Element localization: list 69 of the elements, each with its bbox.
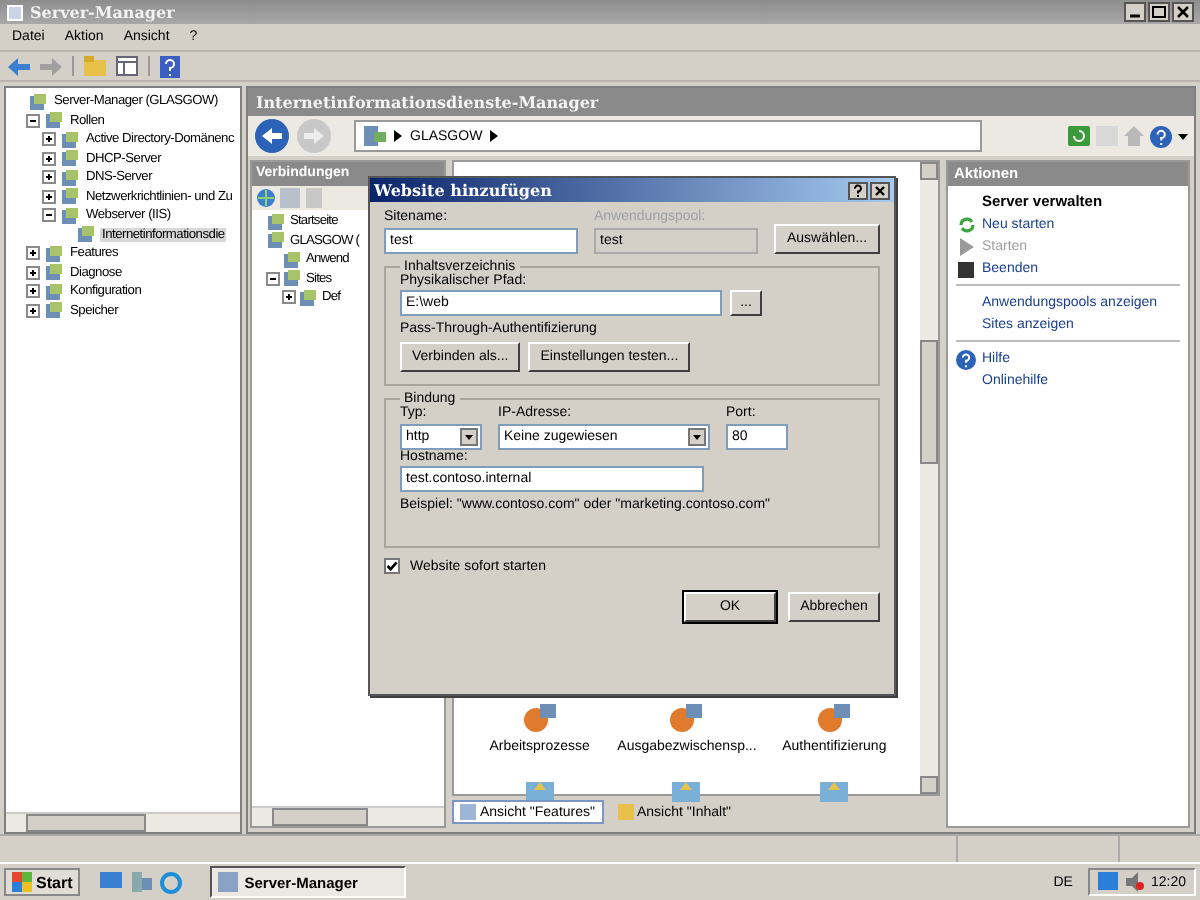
help-icon[interactable]	[1150, 125, 1172, 147]
expand-icon[interactable]	[26, 303, 40, 318]
start-button[interactable]: Start	[4, 868, 81, 896]
scrollbar[interactable]	[6, 812, 240, 832]
node-icon	[298, 287, 318, 308]
panel-icon[interactable]	[116, 56, 138, 76]
node-icon	[266, 211, 286, 232]
expand-icon[interactable]	[42, 170, 56, 185]
window-title: Server-Manager	[30, 2, 175, 22]
play-icon	[959, 238, 973, 256]
view-icon	[617, 804, 633, 820]
expand-icon[interactable]	[42, 132, 56, 147]
feature-icon	[521, 778, 558, 802]
collapse-icon[interactable]	[26, 113, 40, 128]
chevron-icon	[394, 130, 402, 142]
node-icon	[60, 205, 80, 226]
collapse-icon[interactable]	[266, 271, 280, 286]
collapse-icon[interactable]	[42, 208, 56, 223]
panel-header: Internetinformationsdienste-Manager	[248, 88, 1194, 116]
app-icon	[218, 872, 239, 892]
scrollbar[interactable]	[252, 806, 444, 826]
windows-logo	[12, 872, 32, 892]
feature-icon	[816, 778, 853, 802]
feature-icon	[521, 702, 558, 734]
expand-icon[interactable]	[26, 246, 40, 261]
checkbox[interactable]	[384, 558, 400, 574]
expand-icon[interactable]	[42, 189, 56, 204]
node-icon	[60, 148, 80, 169]
dropdown-arrow-icon[interactable]	[1178, 133, 1188, 139]
maximize-icon[interactable]	[1148, 2, 1170, 22]
node-icon	[44, 300, 64, 321]
refresh-icon[interactable]	[1068, 126, 1090, 146]
close-icon[interactable]	[1172, 2, 1194, 22]
globe-icon[interactable]	[256, 188, 276, 208]
node-icon	[60, 129, 80, 150]
node-icon	[60, 167, 80, 188]
node-icon	[28, 91, 48, 112]
node-icon	[282, 268, 302, 289]
node-icon	[44, 243, 64, 264]
feature-icon	[668, 778, 705, 802]
help-icon[interactable]	[160, 55, 180, 77]
view-icon	[460, 804, 476, 820]
help-icon[interactable]	[848, 181, 868, 199]
speaker-icon[interactable]	[1124, 872, 1145, 892]
server-icon	[364, 126, 386, 146]
node-icon	[60, 186, 80, 207]
node-icon	[282, 249, 302, 270]
node-icon	[44, 110, 64, 131]
node-icon	[44, 262, 64, 283]
app-icon	[6, 3, 24, 21]
expand-icon[interactable]	[42, 151, 56, 166]
expand-icon[interactable]	[26, 284, 40, 299]
expand-icon[interactable]	[282, 290, 296, 305]
minimize-icon[interactable]	[1124, 2, 1146, 22]
help-icon	[956, 349, 976, 369]
back-arrow-icon[interactable]	[8, 57, 30, 75]
feature-icon	[668, 702, 705, 734]
chevron-icon	[490, 130, 499, 142]
refresh-icon	[957, 216, 975, 234]
node-icon	[44, 281, 64, 302]
node-icon	[76, 224, 96, 245]
node-icon	[266, 230, 286, 251]
dialog-title: Website hinzufügen	[374, 180, 552, 200]
feature-icon	[816, 702, 853, 734]
back-button[interactable]	[254, 118, 290, 154]
desktop-icon[interactable]	[100, 872, 123, 892]
close-icon[interactable]	[870, 181, 890, 199]
scrollbar[interactable]	[920, 162, 938, 794]
expand-icon[interactable]	[26, 265, 40, 280]
